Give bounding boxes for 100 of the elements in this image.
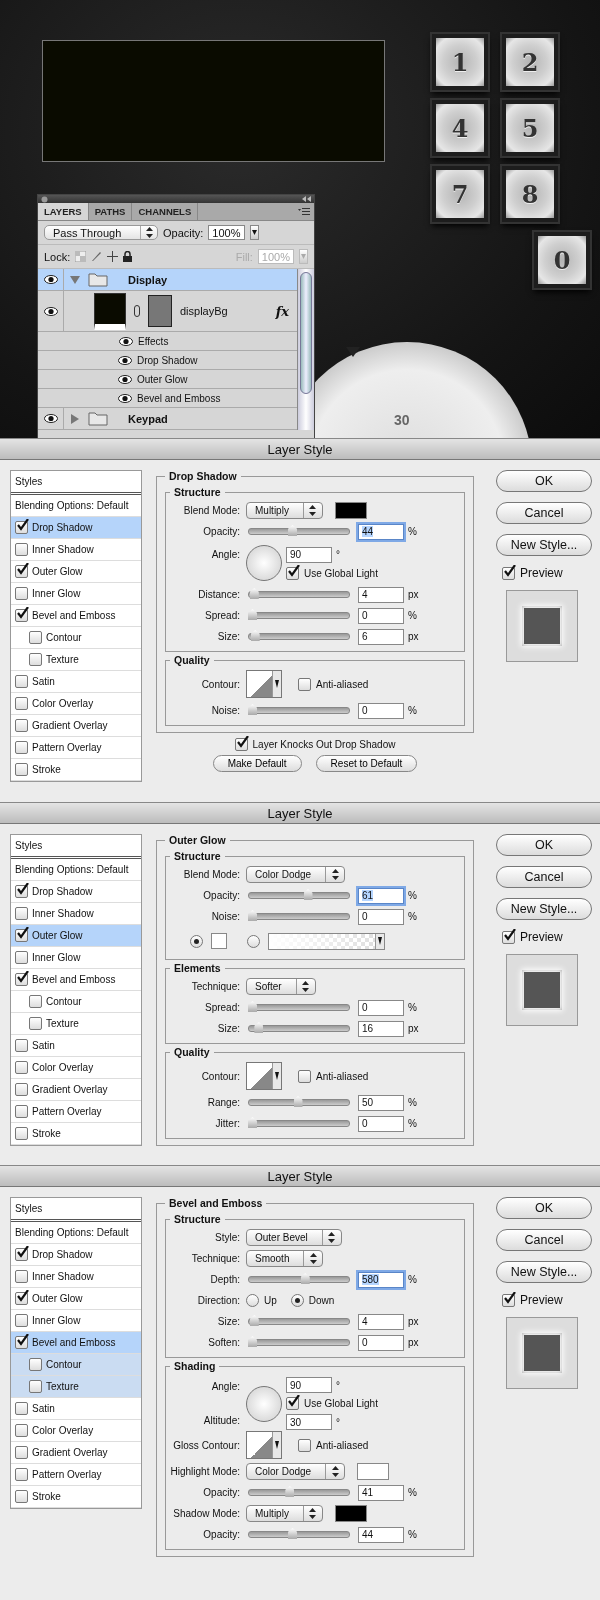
slider-thumb[interactable] [248, 1336, 257, 1347]
checkbox[interactable] [15, 719, 28, 732]
slider-thumb[interactable] [249, 588, 259, 599]
default-button[interactable]: Reset to Default [315, 755, 418, 772]
dropdown[interactable]: Color Dodge [246, 866, 346, 883]
slider-thumb[interactable] [254, 1022, 264, 1033]
checkbox[interactable] [15, 1314, 28, 1327]
move-icon[interactable] [107, 251, 119, 262]
checkbox[interactable] [15, 587, 28, 600]
eye-icon[interactable] [43, 275, 58, 284]
panel-tab[interactable]: CHANNELS [132, 203, 199, 220]
checkbox[interactable] [15, 521, 28, 534]
slider-thumb[interactable] [303, 889, 313, 900]
checkbox[interactable] [502, 1293, 515, 1307]
expanded-triangle-icon[interactable] [70, 274, 80, 285]
value-field[interactable]: 0 [358, 1334, 404, 1351]
style-item[interactable]: Outer Glow [11, 561, 141, 583]
value-field[interactable]: 0 [358, 702, 404, 719]
opacity-field[interactable]: 100% [208, 225, 245, 240]
default-button[interactable]: Make Default [212, 755, 302, 772]
keypad-key[interactable]: 2 [502, 34, 558, 90]
value-field[interactable]: 90 [286, 546, 332, 563]
panel-tab[interactable]: PATHS [88, 203, 133, 220]
style-item[interactable]: Gradient Overlay [11, 715, 141, 737]
keypad-key[interactable]: 5 [502, 100, 558, 156]
style-item[interactable]: Outer Glow [11, 925, 141, 947]
slider-thumb[interactable] [248, 910, 257, 921]
value-field[interactable]: 61 [358, 887, 404, 904]
dialog-button[interactable]: New Style... [496, 898, 592, 920]
checkbox[interactable] [15, 951, 28, 964]
style-item[interactable]: Styles [11, 1198, 141, 1222]
checkbox[interactable] [15, 1127, 28, 1140]
style-item[interactable]: Satin [11, 1398, 141, 1420]
eye-icon[interactable] [118, 374, 132, 384]
checkbox[interactable] [15, 543, 28, 556]
checkbox[interactable] [29, 1380, 42, 1393]
value-field[interactable]: 0 [358, 1115, 404, 1132]
checkbox[interactable] [15, 1490, 28, 1503]
checkbox[interactable] [29, 653, 42, 666]
style-item[interactable]: Texture [11, 1376, 141, 1398]
dialog-button[interactable]: Cancel [496, 1229, 592, 1251]
menu-icon[interactable] [298, 207, 310, 216]
dialog-button[interactable]: New Style... [496, 1261, 592, 1283]
slider-thumb[interactable] [300, 1273, 310, 1284]
style-item[interactable]: Inner Glow [11, 583, 141, 605]
slider-thumb[interactable] [248, 704, 257, 715]
style-item[interactable]: Bevel and Emboss [11, 605, 141, 627]
style-item[interactable]: Contour [11, 1354, 141, 1376]
checkbox[interactable] [15, 1468, 28, 1481]
style-item[interactable]: Drop Shadow [11, 517, 141, 539]
style-item[interactable]: Drop Shadow [11, 881, 141, 903]
layer-row[interactable]: displayBg fx [38, 291, 297, 332]
eye-icon[interactable] [43, 306, 58, 316]
style-item[interactable]: Gradient Overlay [11, 1079, 141, 1101]
style-item[interactable]: Pattern Overlay [11, 1101, 141, 1123]
contour-picker[interactable] [246, 1062, 282, 1090]
checkbox[interactable] [15, 565, 28, 578]
value-field[interactable]: 90 [286, 1377, 332, 1393]
style-item[interactable]: Contour [11, 627, 141, 649]
style-item[interactable]: Color Overlay [11, 1420, 141, 1442]
checkbox[interactable] [15, 675, 28, 688]
checkbox[interactable] [298, 1438, 311, 1452]
style-item[interactable]: Stroke [11, 1486, 141, 1508]
value-field[interactable]: 44 [358, 523, 404, 540]
dropdown-arrow-icon[interactable] [378, 937, 382, 945]
checkbox[interactable] [15, 1424, 28, 1437]
panel-tab[interactable]: LAYERS [38, 203, 89, 220]
contour-picker[interactable] [246, 670, 282, 698]
radio-button[interactable] [247, 934, 260, 948]
checkbox[interactable] [15, 1336, 28, 1349]
checkbox[interactable] [29, 995, 42, 1008]
checkbox[interactable] [29, 1358, 42, 1371]
checkbox[interactable] [15, 1446, 28, 1459]
checkbox[interactable] [286, 566, 299, 580]
brush-icon[interactable] [91, 251, 103, 262]
dialog-button[interactable]: Cancel [496, 866, 592, 888]
eye-icon[interactable] [118, 355, 132, 365]
checkbox[interactable] [15, 929, 28, 942]
color-swatch[interactable] [334, 502, 367, 519]
style-item[interactable]: Pattern Overlay [11, 737, 141, 759]
checkbox[interactable] [15, 1402, 28, 1415]
radio-button[interactable] [246, 1294, 259, 1307]
radio-button[interactable] [190, 934, 203, 948]
style-item[interactable]: Bevel and Emboss [11, 1332, 141, 1354]
value-field[interactable]: 16 [358, 1020, 404, 1037]
dialog-button[interactable]: OK [496, 834, 592, 856]
color-swatch[interactable] [211, 933, 227, 949]
style-item[interactable]: Texture [11, 1013, 141, 1035]
slider-thumb[interactable] [250, 630, 260, 641]
eye-icon[interactable] [118, 393, 132, 403]
checkbox[interactable] [15, 885, 28, 898]
style-item[interactable]: Blending Options: Default [11, 859, 141, 881]
slider-thumb[interactable] [248, 609, 257, 620]
value-field[interactable]: 0 [358, 908, 404, 925]
checkbox[interactable] [15, 1270, 28, 1283]
checkbox[interactable] [15, 1248, 28, 1261]
style-item[interactable]: Styles [11, 835, 141, 859]
dropdown[interactable]: Color Dodge [246, 1463, 346, 1480]
layer-row[interactable]: Display [38, 269, 297, 291]
radio-button[interactable] [290, 1294, 304, 1307]
